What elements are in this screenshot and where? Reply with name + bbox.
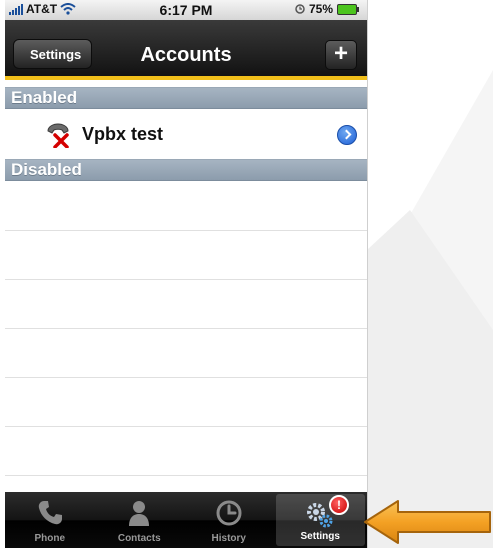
settings-badge: ! (329, 495, 349, 515)
empty-row (5, 329, 367, 378)
account-row[interactable]: Vpbx test (5, 110, 367, 159)
tab-contacts[interactable]: Contacts (95, 492, 185, 548)
battery-label: 75% (308, 2, 333, 16)
empty-row (5, 182, 367, 231)
callout-arrow-icon (364, 500, 491, 544)
empty-row (5, 427, 367, 476)
status-bar: AT&T 6:17 PM 75% (5, 0, 367, 20)
battery-area: 75% (295, 2, 359, 16)
phone-icon (38, 501, 62, 525)
add-account-button[interactable]: + (325, 40, 357, 70)
empty-row (5, 378, 367, 427)
tab-history[interactable]: History (184, 492, 274, 548)
tab-bar: Phone Contacts History ! Settings (5, 492, 367, 548)
account-name: Vpbx test (82, 124, 164, 144)
tab-label: Settings (300, 531, 340, 542)
tab-settings[interactable]: ! Settings (275, 494, 365, 546)
detail-disclosure-icon[interactable] (337, 125, 357, 145)
navigation-bar: Settings Accounts + (5, 20, 367, 80)
section-header-disabled: Disabled (5, 159, 367, 181)
disconnected-phone-icon (47, 123, 69, 148)
battery-icon (337, 3, 359, 15)
phone-screen: AT&T 6:17 PM 75% Settings Accounts + Ena… (5, 0, 368, 548)
section-header-enabled: Enabled (5, 87, 367, 109)
contacts-icon (129, 501, 150, 526)
page-title: Accounts (140, 44, 232, 66)
tab-phone[interactable]: Phone (5, 492, 95, 548)
tab-label: History (211, 533, 246, 544)
tab-label: Contacts (117, 533, 161, 544)
alarm-icon (295, 4, 305, 14)
empty-list (5, 182, 367, 476)
empty-row (5, 280, 367, 329)
empty-row (5, 231, 367, 280)
history-icon (216, 500, 242, 526)
tab-label: Phone (34, 533, 66, 544)
